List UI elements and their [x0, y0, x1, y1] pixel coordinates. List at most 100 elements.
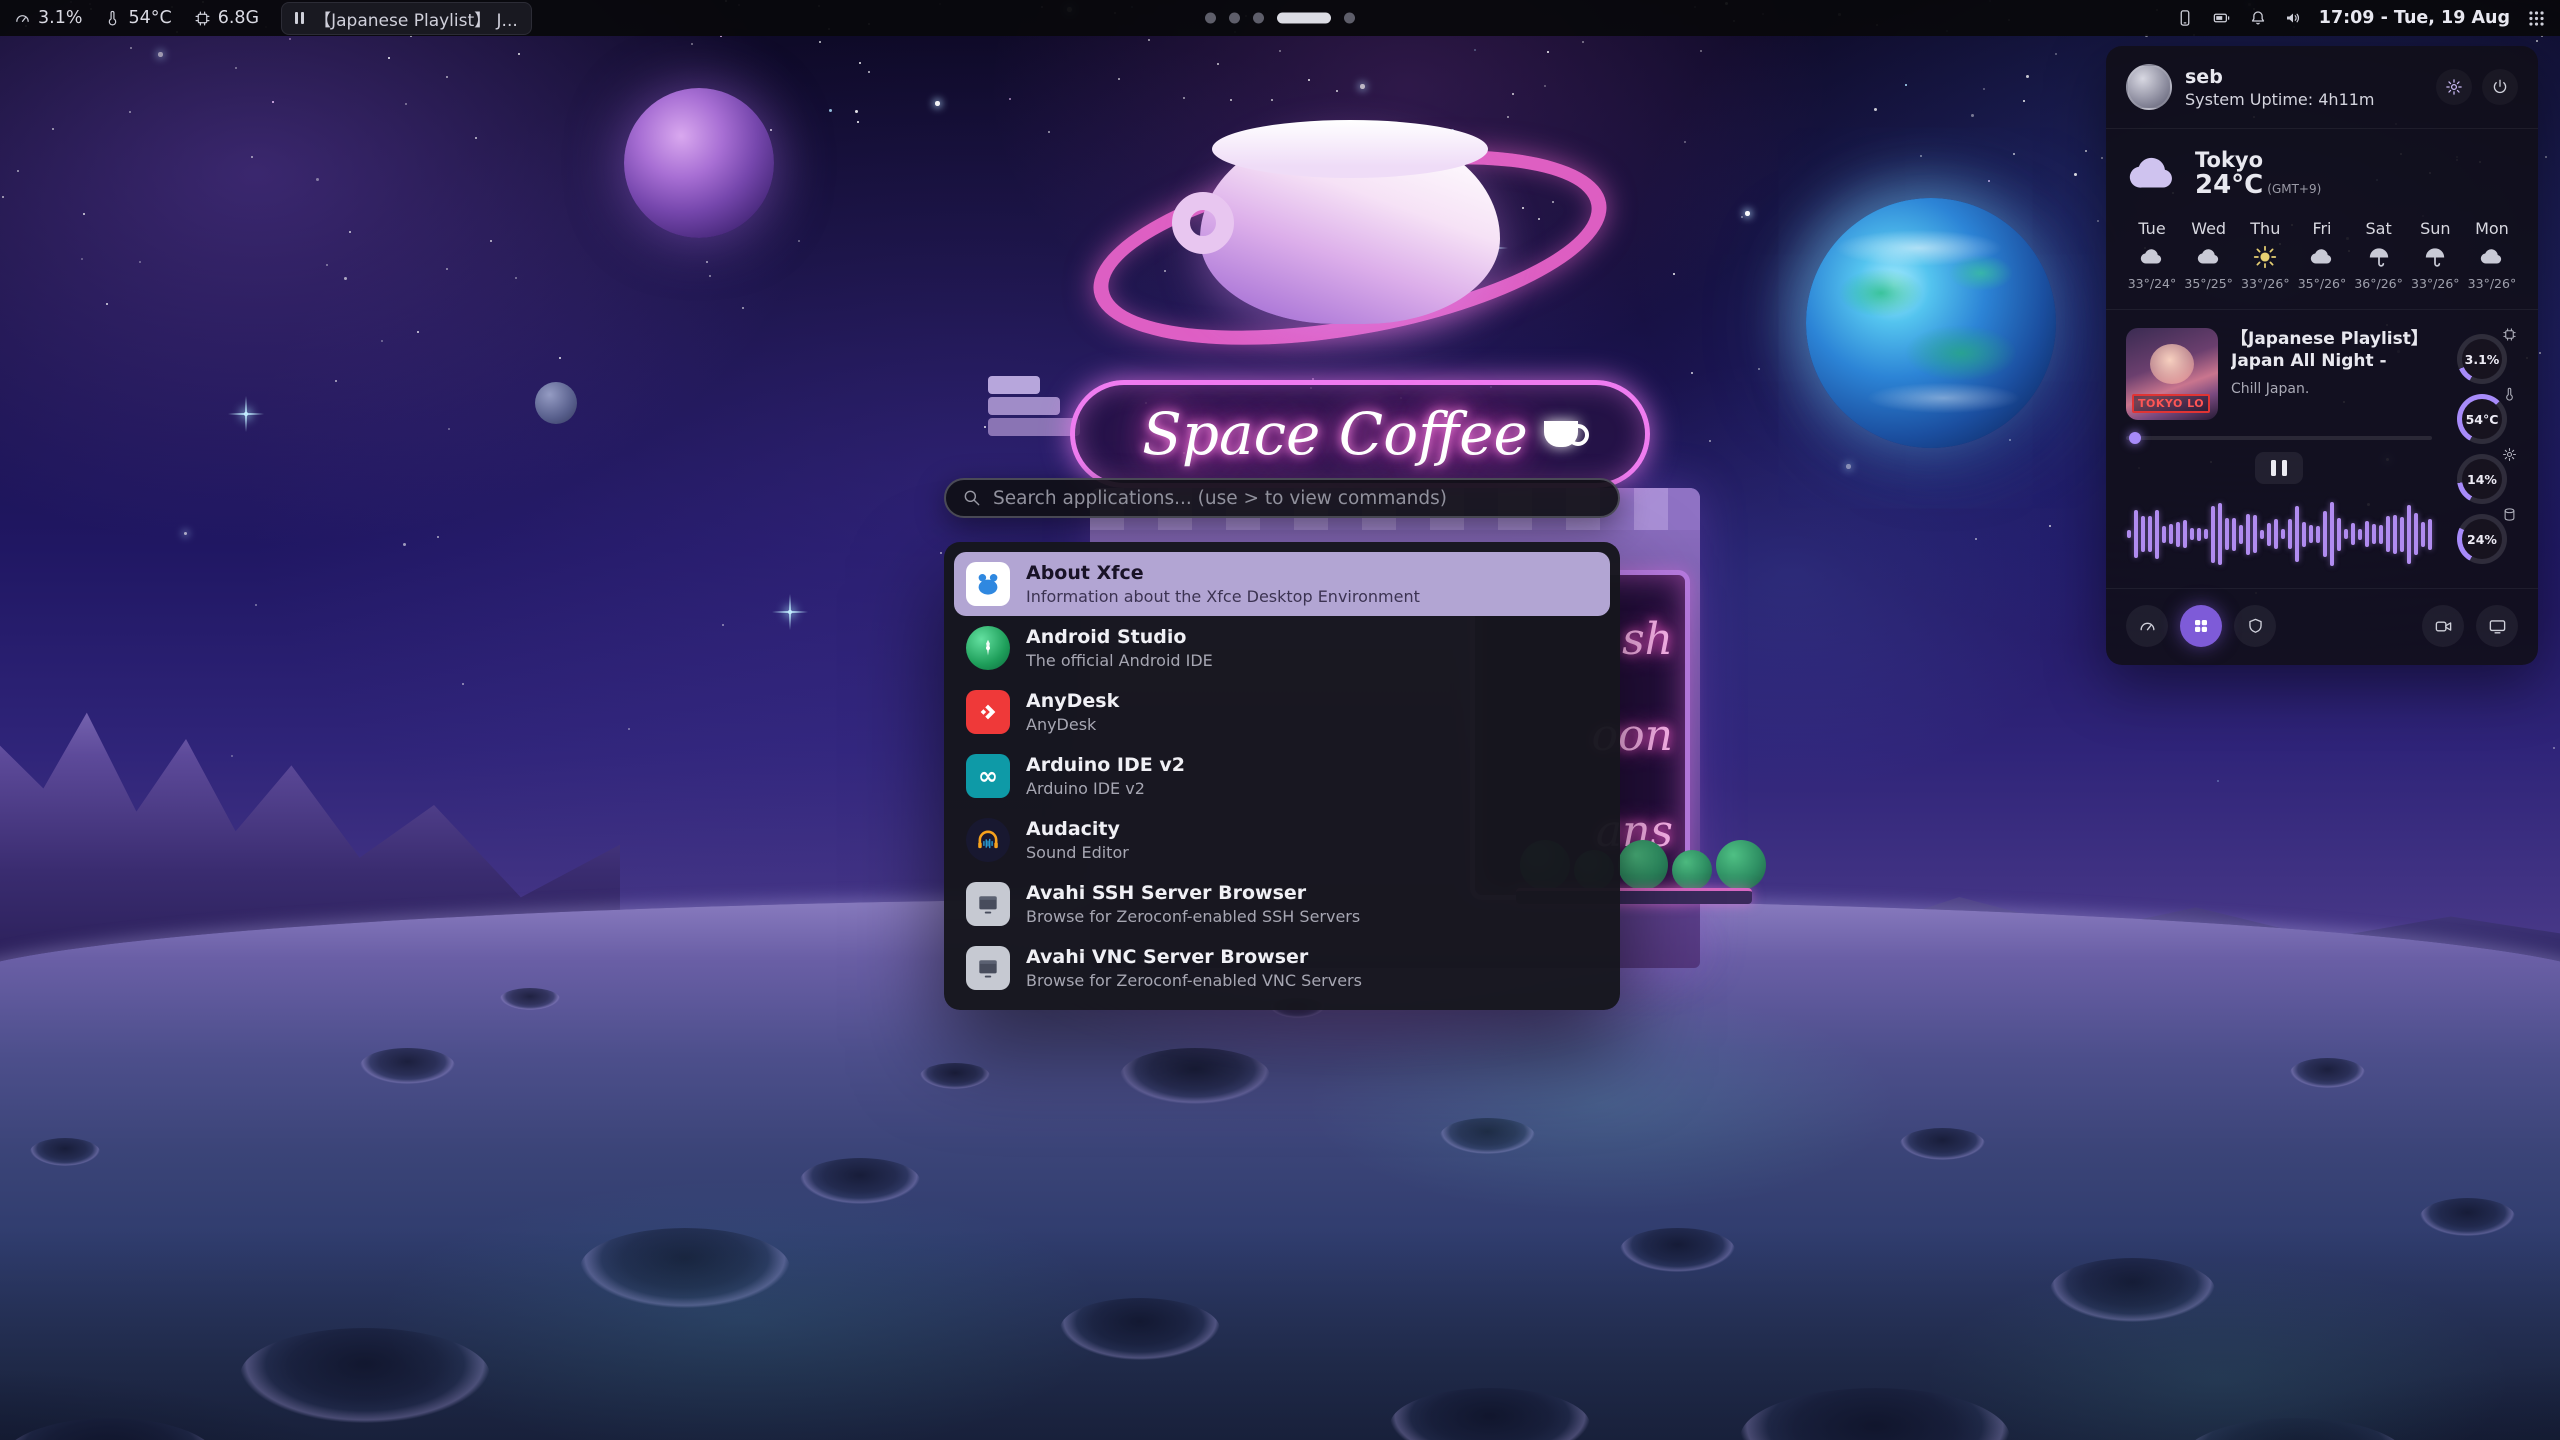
gauge-disk: 24%	[2457, 514, 2507, 564]
waveform-bar	[2127, 530, 2131, 538]
workspace-dot[interactable]	[1229, 13, 1240, 24]
waveform-bar	[2148, 516, 2152, 552]
workspace-dot[interactable]	[1205, 13, 1216, 24]
star	[1547, 51, 1549, 53]
desktop: Space Coffee sh oon ans 3.1% 54°C 6.8G 【…	[0, 0, 2560, 1440]
result-android-studio[interactable]: Android Studio The official Android IDE	[954, 616, 1610, 680]
star	[559, 357, 561, 359]
phone-icon[interactable]	[2176, 9, 2194, 27]
star	[130, 47, 132, 49]
moon-crater	[580, 1228, 790, 1308]
workspace-dot[interactable]	[1344, 13, 1355, 24]
star	[1217, 63, 1219, 65]
top-bar-right: 17:09 - Tue, 19 Aug	[2176, 8, 2546, 28]
star	[462, 683, 464, 685]
star	[1118, 78, 1120, 80]
star	[1988, 180, 1990, 182]
clock[interactable]: 17:09 - Tue, 19 Aug	[2319, 8, 2510, 28]
result-title: Arduino IDE v2	[1026, 754, 1185, 777]
waveform-bar	[2246, 514, 2250, 555]
moon-crater	[2180, 1418, 2410, 1440]
waveform-bar	[2176, 522, 2180, 547]
pause-button[interactable]	[2255, 452, 2303, 484]
star	[2, 196, 4, 198]
star	[326, 264, 328, 266]
result-anydesk[interactable]: AnyDesk AnyDesk	[954, 680, 1610, 744]
weather-timezone: (GMT+9)	[2267, 182, 2321, 196]
volume-icon[interactable]	[2284, 9, 2302, 27]
star	[316, 178, 319, 181]
forecast-day-label: Wed	[2191, 219, 2226, 238]
gauge-value: 24%	[2457, 514, 2507, 564]
forecast-day: Fri 35°/26°	[2296, 219, 2348, 291]
system-gauges: 3.1% 54°C 14% 24%	[2446, 328, 2518, 570]
screenshot-button[interactable]	[2476, 605, 2518, 647]
battery-icon[interactable]	[2211, 9, 2232, 27]
result-avahi-vnc[interactable]: Avahi VNC Server Browser Browse for Zero…	[954, 936, 1610, 1000]
star	[417, 331, 419, 333]
star	[255, 604, 257, 606]
star	[1582, 41, 1584, 43]
star	[81, 258, 83, 260]
star	[1183, 97, 1185, 99]
star	[2009, 439, 2011, 441]
star	[2085, 150, 2087, 152]
star	[628, 728, 630, 730]
gauge-value: 3.1%	[2457, 334, 2507, 384]
star	[1360, 84, 1365, 89]
waveform-bar	[2351, 523, 2355, 545]
media-section: TOKYO LO 【Japanese Playlist】 Japan All N…	[2106, 310, 2538, 589]
result-about-xfce[interactable]: About Xfce Information about the Xfce De…	[954, 552, 1610, 616]
dashboard-button[interactable]	[2126, 605, 2168, 647]
xfce-icon	[966, 562, 1010, 606]
star	[349, 231, 351, 233]
side-panel: seb System Uptime: 4h11m Tokyo 24°C(GMT+…	[2106, 46, 2538, 665]
app-grid-icon[interactable]	[2527, 9, 2546, 28]
screen-record-button[interactable]	[2422, 605, 2464, 647]
forecast-day-label: Tue	[2138, 219, 2165, 238]
memory-stat: 6.8G	[194, 8, 259, 28]
bell-icon[interactable]	[2249, 9, 2267, 27]
audacity-icon	[966, 818, 1010, 862]
security-button[interactable]	[2234, 605, 2276, 647]
result-audacity[interactable]: Audacity Sound Editor	[954, 808, 1610, 872]
forecast-temps: 33°/26°	[2468, 276, 2517, 291]
result-text: Avahi SSH Server Browser Browse for Zero…	[1026, 882, 1360, 926]
result-avahi-ssh[interactable]: Avahi SSH Server Browser Browse for Zero…	[954, 872, 1610, 936]
result-title: Android Studio	[1026, 626, 1213, 649]
settings-button[interactable]	[2436, 69, 2472, 105]
search-input[interactable]	[993, 488, 1602, 509]
star	[475, 137, 477, 139]
result-subtitle: Arduino IDE v2	[1026, 779, 1185, 798]
moon-crater	[500, 988, 560, 1010]
result-title: Audacity	[1026, 818, 1129, 841]
apps-button[interactable]	[2180, 605, 2222, 647]
workspace-dot[interactable]	[1253, 13, 1264, 24]
result-arduino-ide[interactable]: ∞ Arduino IDE v2 Arduino IDE v2	[954, 744, 1610, 808]
star	[381, 340, 383, 342]
forecast-day-label: Sat	[2366, 219, 2392, 238]
waveform-bar	[2162, 526, 2166, 543]
media-progress-bar[interactable]	[2126, 436, 2432, 440]
waveform-bar	[2155, 510, 2159, 559]
star	[2074, 173, 2077, 176]
waveform-bar	[2372, 524, 2376, 544]
album-art: TOKYO LO	[2126, 328, 2218, 420]
thermometer-icon	[2502, 387, 2517, 402]
media-pill[interactable]: 【Japanese Playlist】 J...	[281, 2, 532, 35]
result-subtitle: Browse for Zeroconf-enabled SSH Servers	[1026, 907, 1360, 926]
user-name: seb	[2185, 66, 2375, 88]
power-button[interactable]	[2482, 69, 2518, 105]
star	[2055, 53, 2057, 55]
panel-buttons-right	[2422, 605, 2518, 647]
workspace-dot-active[interactable]	[1277, 13, 1331, 24]
result-text: Audacity Sound Editor	[1026, 818, 1129, 862]
progress-knob[interactable]	[2129, 432, 2141, 444]
waveform-bar	[2358, 529, 2362, 540]
star	[129, 111, 131, 113]
forecast-day-label: Thu	[2250, 219, 2280, 238]
star	[235, 67, 237, 69]
star	[106, 303, 108, 305]
waveform-bar	[2414, 513, 2418, 555]
star	[742, 307, 744, 309]
